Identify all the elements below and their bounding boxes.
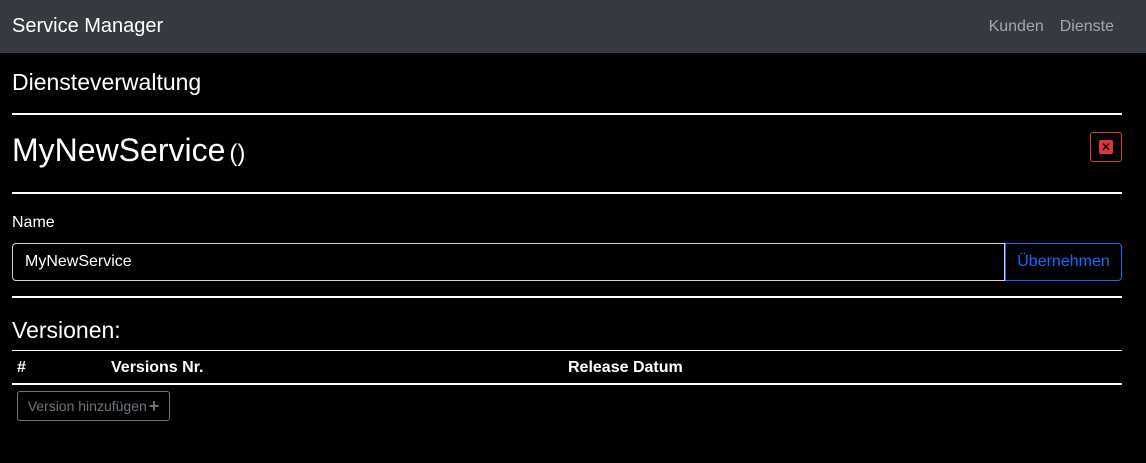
table-top-border (12, 350, 1122, 351)
nav-links: Kunden Dienste (989, 18, 1114, 36)
service-name: MyNewService (12, 132, 226, 168)
table-header-border (12, 383, 1122, 385)
divider (12, 296, 1122, 298)
column-header-version: Versions Nr. (111, 359, 204, 376)
name-input[interactable] (12, 243, 1005, 281)
column-header-number: # (17, 359, 26, 376)
versions-title: Versionen: (12, 317, 121, 343)
nav-link-kunden[interactable]: Kunden (989, 18, 1044, 36)
close-box-icon: ✕ (1099, 140, 1113, 154)
navbar-brand[interactable]: Service Manager (12, 15, 163, 38)
add-version-label: Version hinzufügen (27, 398, 147, 414)
column-header-release-date: Release Datum (568, 359, 683, 376)
apply-button[interactable]: Übernehmen (1005, 243, 1122, 281)
service-subtitle: () (229, 140, 246, 167)
add-version-button[interactable]: Version hinzufügen + (17, 391, 170, 421)
name-label: Name (12, 214, 55, 231)
navbar: Service Manager Kunden Dienste (0, 0, 1146, 53)
nav-link-dienste[interactable]: Dienste (1060, 18, 1114, 36)
divider (12, 113, 1122, 115)
divider (12, 192, 1122, 194)
versions-table-header: # Versions Nr. Release Datum (12, 350, 1122, 385)
delete-service-button[interactable]: ✕ (1090, 132, 1122, 162)
name-input-group: Übernehmen (12, 243, 1122, 281)
page-title: Diensteverwaltung (12, 69, 202, 95)
plus-icon: + (148, 396, 160, 416)
service-title: MyNewService() (12, 132, 245, 169)
